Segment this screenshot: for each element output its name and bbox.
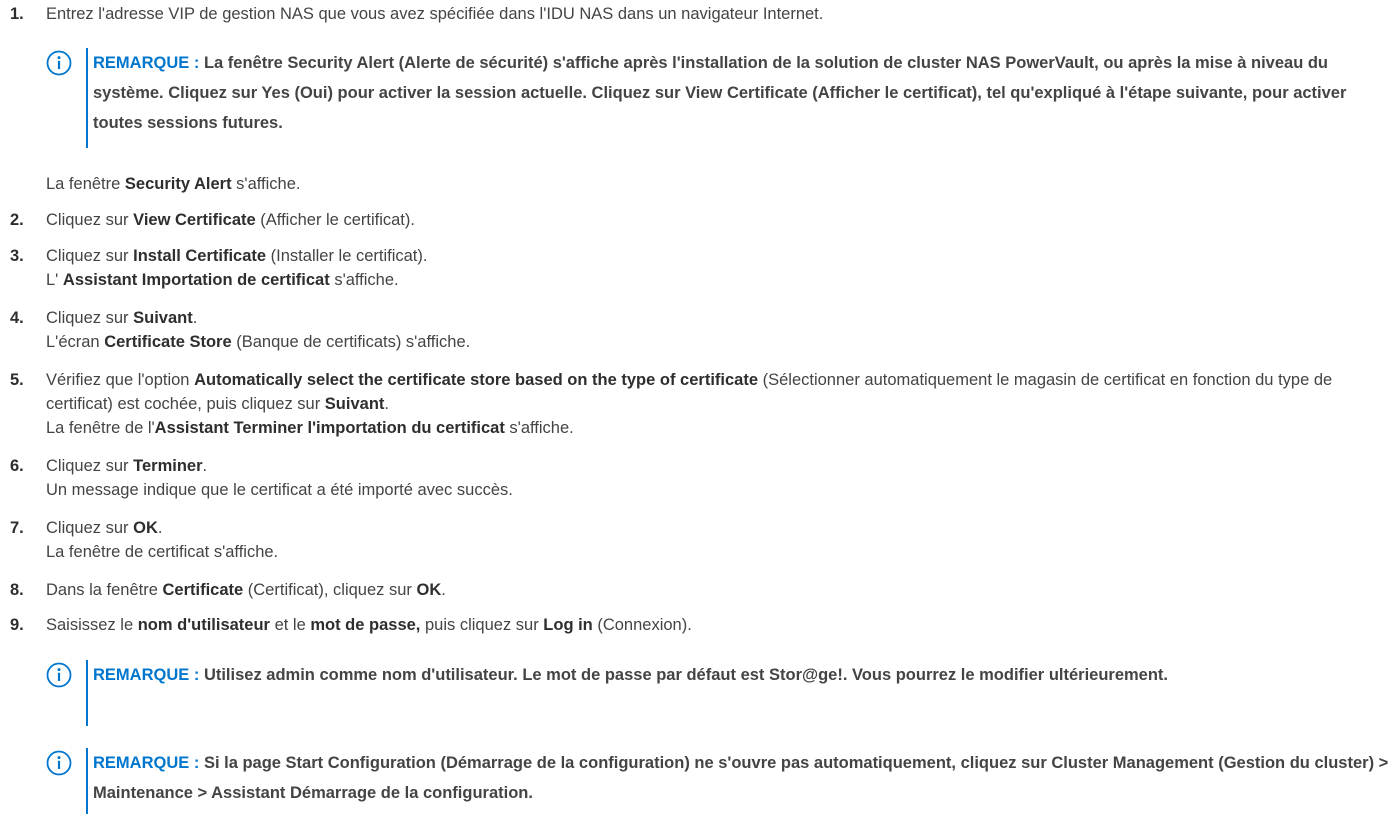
- bold-term: Assistant Terminer l'importation du cert…: [154, 419, 505, 437]
- text-run: (Connexion).: [592, 616, 692, 634]
- document: 1. Entrez l'adresse VIP de gestion NAS q…: [0, 0, 1397, 818]
- note-text: REMARQUE : Utilisez admin comme nom d'ut…: [93, 660, 1391, 690]
- note-rule: [86, 48, 88, 148]
- text-run: (Banque de certificats) s'affiche.: [231, 333, 471, 351]
- text-run: .: [202, 457, 208, 475]
- info-circle-icon: [46, 750, 72, 776]
- text-run: s'affiche.: [504, 419, 574, 437]
- text-run: s'affiche.: [231, 175, 301, 193]
- step-8: 8. Dans la fenêtre Certificate (Certific…: [10, 578, 1390, 602]
- text-run: Cliquez sur: [46, 247, 134, 265]
- note-label: REMARQUE :: [93, 666, 200, 684]
- bold-term: Certificate: [162, 581, 244, 599]
- text-run: Cliquez sur: [46, 309, 134, 327]
- step-text: Saisissez le nom d'utilisateur et le mot…: [46, 613, 1390, 637]
- text-run: (Installer le certificat).: [266, 247, 428, 265]
- note-text: REMARQUE : La fenêtre Security Alert (Al…: [93, 48, 1391, 138]
- note-label: REMARQUE :: [93, 754, 200, 772]
- bold-term: Log in: [543, 616, 593, 634]
- bold-term: nom d'utilisateur: [137, 616, 270, 634]
- note-rule: [86, 748, 88, 814]
- note-security-alert: REMARQUE : La fenêtre Security Alert (Al…: [46, 48, 1391, 148]
- bold-term: OK: [133, 519, 158, 537]
- bold-term: Assistant Importation de certificat: [62, 271, 330, 289]
- text-run: La fenêtre de l': [46, 419, 155, 437]
- text-run: Entrez l'adresse VIP de gestion NAS que …: [46, 5, 824, 23]
- step-number: 1.: [10, 5, 24, 23]
- bold-term: Terminer: [133, 457, 203, 475]
- text-run: Dans la fenêtre: [46, 581, 163, 599]
- note-credentials: REMARQUE : Utilisez admin comme nom d'ut…: [46, 660, 1391, 726]
- step-4: 4. Cliquez sur Suivant. L'écran Certifica…: [10, 306, 1390, 354]
- step-number: 3.: [10, 247, 24, 265]
- note-text: REMARQUE : Si la page Start Configuratio…: [93, 748, 1391, 808]
- note-start-configuration: REMARQUE : Si la page Start Configuratio…: [46, 748, 1391, 814]
- text-run: .: [157, 519, 163, 537]
- bold-term: Suivant: [133, 309, 193, 327]
- step-2: 2. Cliquez sur View Certificate (Affiche…: [10, 208, 1390, 232]
- text-run: s'affiche.: [329, 271, 399, 289]
- text-run: (Afficher le certificat).: [255, 211, 415, 229]
- step-number: 7.: [10, 519, 24, 537]
- step-number: 6.: [10, 457, 24, 475]
- info-circle-icon: [46, 50, 72, 76]
- bold-term: Install Certificate: [133, 247, 267, 265]
- step-7: 7. Cliquez sur OK. La fenêtre de certific…: [10, 516, 1390, 564]
- step-1: 1. Entrez l'adresse VIP de gestion NAS q…: [10, 2, 1390, 26]
- text-run: Vérifiez que l'option: [46, 371, 195, 389]
- text-run: puis cliquez sur: [420, 616, 544, 634]
- text-run: .: [384, 395, 389, 413]
- bold-term: mot de passe,: [310, 616, 421, 634]
- step-5: 5. Vérifiez que l'option Automatically s…: [10, 368, 1390, 440]
- step-9: 9. Saisissez le nom d'utilisateur et le …: [10, 613, 1390, 637]
- step-number: 8.: [10, 581, 24, 599]
- text-run: .: [192, 309, 198, 327]
- step-text: Cliquez sur Suivant. L'écran Certificate …: [46, 306, 1390, 354]
- text-run: .: [441, 581, 446, 599]
- step-text: Cliquez sur Terminer. Un message indique …: [46, 454, 1390, 502]
- text-run: La fenêtre de certificat s'affiche.: [46, 543, 279, 561]
- step-text: Vérifiez que l'option Automatically sele…: [46, 368, 1390, 440]
- bold-term: Automatically select the certificate sto…: [194, 371, 759, 389]
- bold-term: Security Alert: [124, 175, 232, 193]
- step-6: 6. Cliquez sur Terminer. Un message indiq…: [10, 454, 1390, 502]
- step-number: 5.: [10, 371, 24, 389]
- note-body: La fenêtre Security Alert (Alerte de séc…: [93, 54, 1347, 132]
- security-alert-result: La fenêtre Security Alert s'affiche.: [46, 172, 1386, 196]
- bold-term: View Certificate: [133, 211, 256, 229]
- note-rule: [86, 660, 88, 726]
- text-run: Saisissez le: [46, 616, 138, 634]
- text-run: et le: [269, 616, 311, 634]
- step-text: Dans la fenêtre Certificate (Certificat)…: [46, 578, 1390, 602]
- step-text: Cliquez sur OK. La fenêtre de certificat …: [46, 516, 1390, 564]
- text-run: La fenêtre: [46, 175, 125, 193]
- text-run: L'écran: [46, 333, 105, 351]
- bold-term: Suivant: [324, 395, 385, 413]
- step-text: Cliquez sur View Certificate (Afficher l…: [46, 208, 1390, 232]
- step-3: 3. Cliquez sur Install Certificate (Inst…: [10, 244, 1390, 292]
- text-run: L': [46, 271, 63, 289]
- text-run: (Certificat), cliquez sur: [243, 581, 417, 599]
- step-text: Cliquez sur Install Certificate (Install…: [46, 244, 1390, 292]
- note-body: Utilisez admin comme nom d'utilisateur. …: [203, 666, 1169, 684]
- step-text: Entrez l'adresse VIP de gestion NAS que …: [46, 2, 1390, 26]
- step-number: 4.: [10, 309, 24, 327]
- text-run: Cliquez sur: [46, 519, 134, 537]
- info-circle-icon: [46, 662, 72, 688]
- step-number: 2.: [10, 211, 24, 229]
- text-run: Cliquez sur: [46, 211, 134, 229]
- bold-term: Certificate Store: [104, 333, 232, 351]
- bold-term: OK: [416, 581, 442, 599]
- step-number: 9.: [10, 616, 24, 634]
- note-body: Si la page Start Configuration (Démarrag…: [93, 754, 1389, 802]
- text-run: Un message indique que le certificat a é…: [46, 481, 513, 499]
- note-label: REMARQUE :: [93, 54, 200, 72]
- text-run: Cliquez sur: [46, 457, 134, 475]
